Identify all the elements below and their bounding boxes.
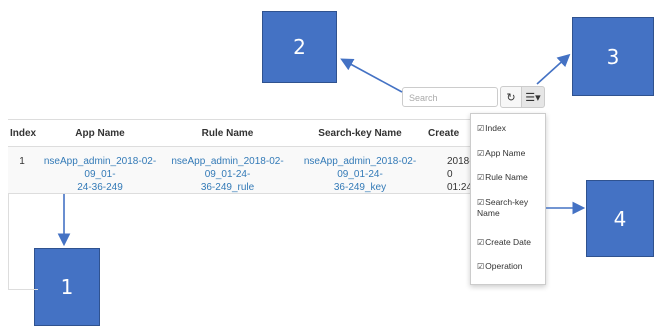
arrow-2 bbox=[340, 58, 403, 93]
annotation-arrows bbox=[57, 53, 586, 247]
arrow-3 bbox=[536, 53, 571, 85]
